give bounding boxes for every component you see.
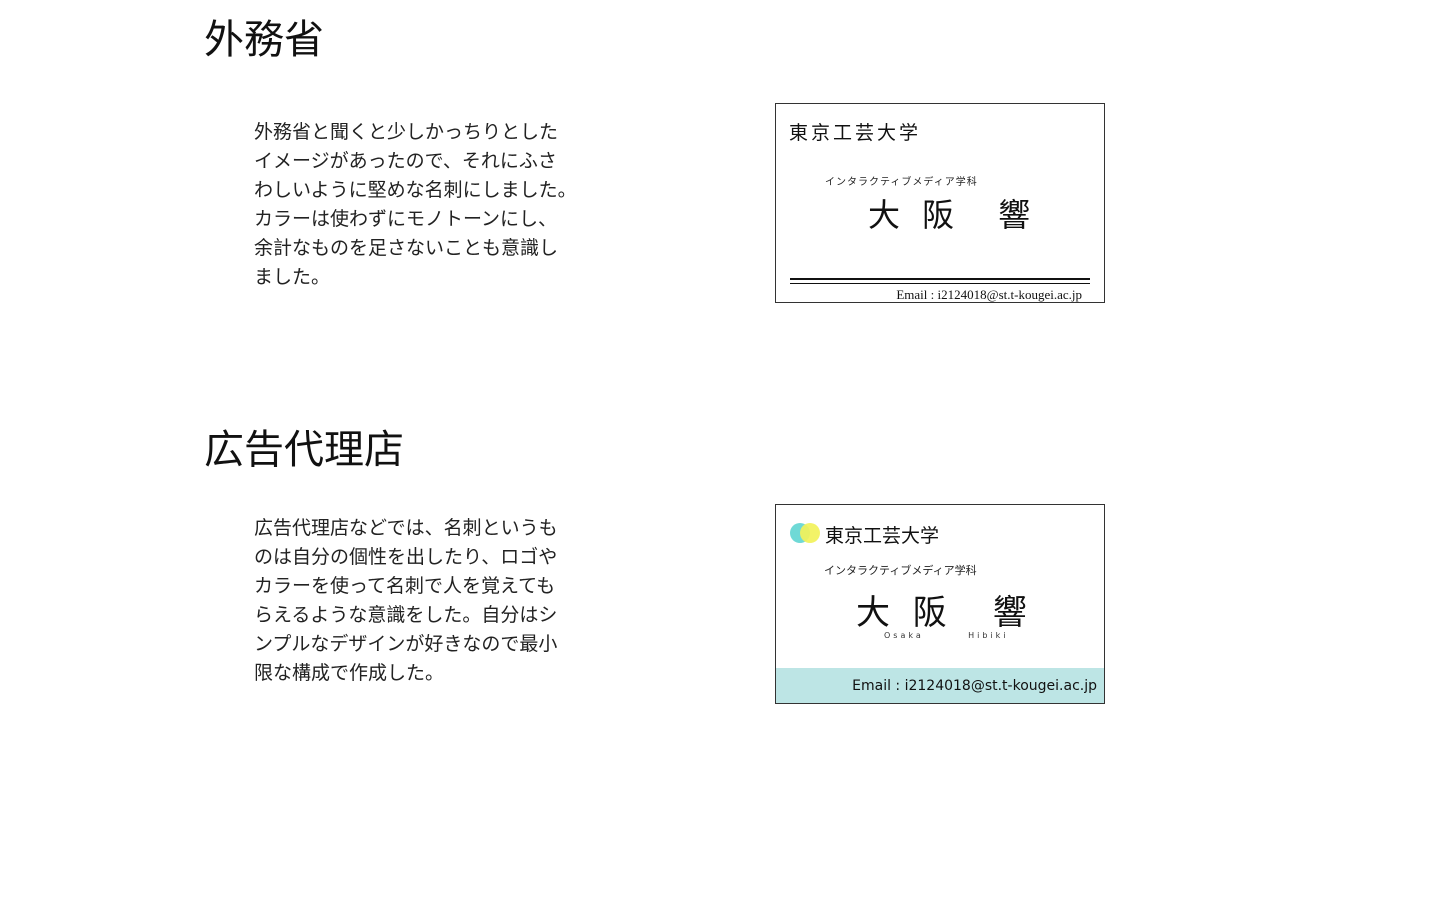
section-title-gaimusho: 外務省 bbox=[204, 17, 324, 63]
description-line: イメージがあったので、それにふさ bbox=[254, 150, 557, 172]
description-line: わしいように堅めな名刺にしました。 bbox=[254, 179, 577, 201]
card-department: インタラクティブメディア学科 bbox=[825, 177, 978, 188]
business-card-formal: 東京工芸大学 インタラクティブメディア学科 大 阪 響 Email : i212… bbox=[775, 103, 1105, 303]
card-name: 大 阪 響 bbox=[856, 593, 1033, 633]
business-card-ad-agency: 東京工芸大学 インタラクティブメディア学科 大 阪 響 Osaka Hibiki… bbox=[775, 504, 1105, 704]
card-email: Email : i2124018@st.t-kougei.ac.jp bbox=[896, 287, 1082, 302]
section-title-ad-agency: 広告代理店 bbox=[204, 427, 404, 473]
description-line: 広告代理店などでは、名刺というも bbox=[254, 517, 558, 539]
logo-circles-icon bbox=[790, 523, 822, 545]
description-line: カラーを使って名刺で人を覚えても bbox=[254, 575, 556, 597]
card-footer-band: Email : i2124018@st.t-kougei.ac.jp bbox=[776, 668, 1104, 703]
description-line: 限な構成で作成した。 bbox=[254, 662, 445, 684]
card-divider-thick bbox=[790, 278, 1090, 280]
description-line: カラーは使わずにモノトーンにし、 bbox=[254, 208, 558, 230]
section-description: 外務省と聞くと少しかっちりとした イメージがあったので、それにふさ わしいように… bbox=[254, 118, 594, 292]
page: 外務省 外務省と聞くと少しかっちりとした イメージがあったので、それにふさ わし… bbox=[0, 0, 1440, 900]
card-university: 東京工芸大学 bbox=[825, 525, 940, 547]
card-email: Email : i2124018@st.t-kougei.ac.jp bbox=[852, 678, 1097, 694]
card-name-romanization: Osaka Hibiki bbox=[884, 631, 1009, 640]
description-line: 余計なものを足さないことも意識し bbox=[254, 237, 559, 259]
logo-circle-yellow bbox=[800, 523, 820, 543]
description-line: 外務省と聞くと少しかっちりとした bbox=[254, 121, 559, 143]
description-line: のは自分の個性を出したり、ロゴや bbox=[254, 546, 558, 568]
card-university: 東京工芸大学 bbox=[789, 122, 922, 144]
description-line: らえるような意識をした。自分はシ bbox=[254, 604, 558, 626]
card-divider-thin bbox=[790, 283, 1090, 284]
card-name: 大 阪 響 bbox=[868, 196, 1037, 234]
card-department: インタラクティブメディア学科 bbox=[824, 564, 977, 577]
description-line: ンプルなデザインが好きなので最小 bbox=[254, 633, 558, 655]
description-line: ました。 bbox=[254, 266, 331, 288]
section-description: 広告代理店などでは、名刺というも のは自分の個性を出したり、ロゴや カラーを使っ… bbox=[254, 514, 594, 688]
